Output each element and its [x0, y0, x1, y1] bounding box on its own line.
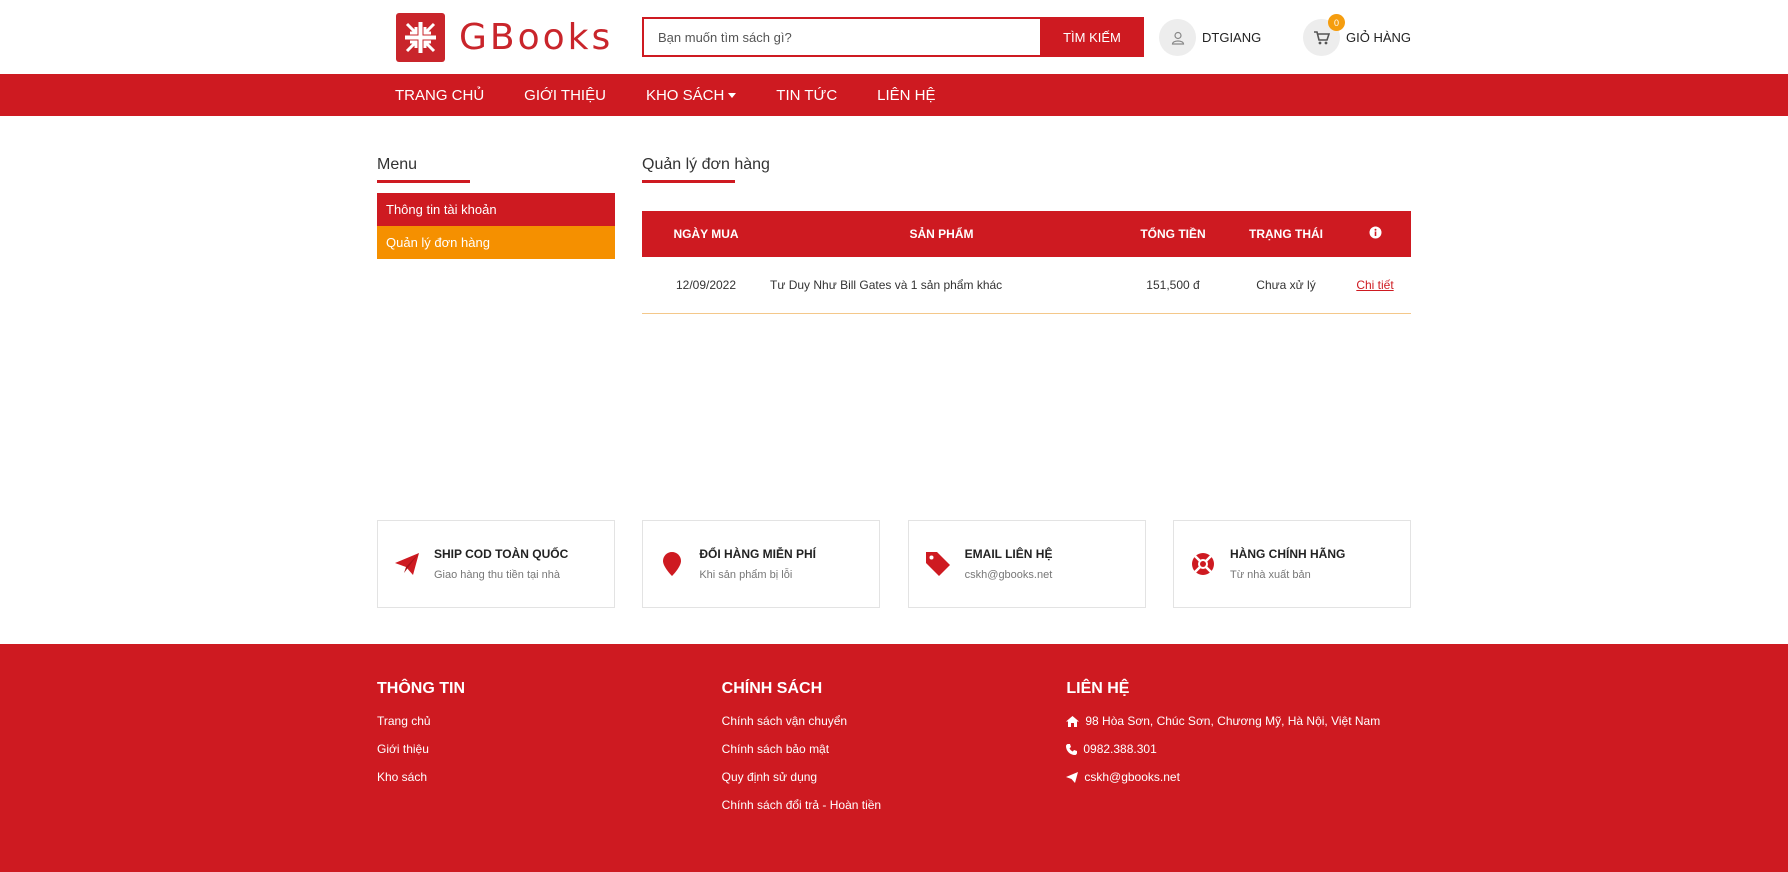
- feature-title: HÀNG CHÍNH HÃNG: [1229, 547, 1346, 561]
- feature-email: EMAIL LIÊN HỆ cskh@gbooks.net: [907, 520, 1146, 608]
- footer-contact-title: LIÊN HỆ: [1066, 680, 1130, 697]
- home-icon: [1066, 715, 1080, 727]
- order-detail-link[interactable]: Chi tiết: [1356, 278, 1393, 292]
- footer-contact-column: LIÊN HỆ 98 Hòa Sơn, Chúc Sơn, Chương Mỹ,…: [1066, 680, 1411, 826]
- feature-subtitle: Giao hàng thu tiền tại nhà: [434, 569, 560, 581]
- map-pin-icon: [659, 551, 685, 577]
- feature-subtitle: cskh@gbooks.net: [964, 569, 1053, 581]
- info-icon: [1339, 226, 1411, 242]
- col-status: TRẠNG THÁI: [1249, 227, 1323, 241]
- search-bar: TÌM KIẾM: [642, 17, 1144, 57]
- footer-link-privacy-policy[interactable]: Chính sách bảo mật: [722, 742, 1067, 756]
- feature-subtitle: Khi sản phẩm bị lỗi: [699, 569, 793, 581]
- nav-bookstore-label: KHO SÁCH: [645, 86, 725, 104]
- footer-email[interactable]: cskh@gbooks.net: [1066, 770, 1411, 784]
- feature-title: EMAIL LIÊN HỆ: [964, 547, 1053, 561]
- feature-title: SHIP COD TOÀN QUỐC: [434, 547, 569, 561]
- order-status: Chưa xử lý: [1256, 278, 1316, 292]
- footer-policy-title: CHÍNH SÁCH: [721, 680, 823, 697]
- main-nav: TRANG CHỦ GIỚI THIỆU KHO SÁCH TIN TỨC LI…: [0, 74, 1788, 116]
- col-total: TỔNG TIỀN: [1140, 227, 1206, 241]
- caret-down-icon: [728, 92, 737, 98]
- nav-news[interactable]: TIN TỨC: [776, 87, 837, 104]
- footer-link-bookstore[interactable]: Kho sách: [377, 770, 722, 784]
- footer-phone[interactable]: 0982.388.301: [1066, 742, 1411, 756]
- order-date: 12/09/2022: [675, 278, 737, 292]
- feature-subtitle: Từ nhà xuất bản: [1229, 569, 1311, 581]
- cart-icon: 0: [1303, 14, 1345, 56]
- user-icon: [1159, 19, 1196, 56]
- header: GBooks TÌM KIẾM DTGIANG 0 GIỎ HÀNG: [0, 0, 1788, 74]
- footer-info-column: THÔNG TIN Trang chủ Giới thiệu Kho sách: [377, 680, 722, 826]
- feature-ship-cod: SHIP COD TOÀN QUỐC Giao hàng thu tiền tạ…: [377, 520, 615, 608]
- orders-panel: Quản lý đơn hàng NGÀY MUA SẢN PHẨM TỔNG …: [642, 156, 1411, 314]
- footer-link-about[interactable]: Giới thiệu: [377, 742, 722, 756]
- sidebar-item-order-management[interactable]: Quản lý đơn hàng: [377, 226, 615, 259]
- nav-bookstore[interactable]: KHO SÁCH: [645, 86, 737, 104]
- feature-genuine: HÀNG CHÍNH HÃNG Từ nhà xuất bản: [1172, 520, 1411, 608]
- search-button[interactable]: TÌM KIẾM: [1040, 17, 1144, 57]
- main-content: Menu Thông tin tài khoản Quản lý đơn hàn…: [0, 116, 1788, 520]
- page-title-underline: [642, 180, 735, 183]
- footer-policy-column: CHÍNH SÁCH Chính sách vận chuyển Chính s…: [722, 680, 1067, 826]
- order-total: 151,500 đ: [1146, 278, 1200, 292]
- feature-title: ĐỔI HÀNG MIỄN PHÍ: [699, 547, 816, 561]
- footer-link-refund-policy[interactable]: Chính sách đổi trả - Hoàn tiền: [722, 798, 1067, 812]
- footer-address-text: 98 Hòa Sơn, Chúc Sơn, Chương Mỹ, Hà Nội,…: [1085, 714, 1381, 728]
- footer-address: 98 Hòa Sơn, Chúc Sơn, Chương Mỹ, Hà Nội,…: [1066, 714, 1411, 728]
- footer-link-shipping-policy[interactable]: Chính sách vận chuyển: [722, 714, 1067, 728]
- cart-count-badge: 0: [1328, 14, 1345, 31]
- paper-plane-icon: [1066, 771, 1079, 783]
- user-name: DTGIANG: [1202, 30, 1262, 45]
- footer: THÔNG TIN Trang chủ Giới thiệu Kho sách …: [0, 644, 1788, 872]
- footer-email-text: cskh@gbooks.net: [1084, 770, 1180, 784]
- orders-table-header: NGÀY MUA SẢN PHẨM TỔNG TIỀN TRẠNG THÁI: [642, 211, 1411, 257]
- logo-text: GBooks: [459, 17, 614, 58]
- logo[interactable]: GBooks: [396, 13, 613, 62]
- nav-home[interactable]: TRANG CHỦ: [395, 87, 484, 104]
- col-product: SẢN PHẨM: [909, 227, 974, 241]
- order-product: Tư Duy Như Bill Gates và 1 sản phẩm khác: [770, 278, 1003, 292]
- nav-about[interactable]: GIỚI THIỆU: [524, 87, 606, 104]
- sidebar: Menu Thông tin tài khoản Quản lý đơn hàn…: [377, 156, 615, 259]
- sidebar-title-underline: [377, 180, 470, 183]
- paper-plane-icon: [394, 551, 420, 577]
- logo-icon: [396, 13, 445, 62]
- col-date: NGÀY MUA: [673, 227, 739, 241]
- table-row: 12/09/2022 Tư Duy Như Bill Gates và 1 sả…: [642, 257, 1411, 314]
- phone-icon: [1066, 743, 1078, 755]
- cart[interactable]: 0 GIỎ HÀNG: [1303, 14, 1412, 56]
- search-input[interactable]: [642, 17, 1040, 57]
- sidebar-title: Menu: [377, 156, 418, 173]
- page-title: Quản lý đơn hàng: [642, 156, 770, 173]
- life-ring-icon: [1190, 551, 1216, 577]
- footer-phone-text: 0982.388.301: [1083, 742, 1157, 756]
- features-section: SHIP COD TOÀN QUỐC Giao hàng thu tiền tạ…: [377, 520, 1411, 608]
- user-account[interactable]: DTGIANG: [1159, 19, 1261, 56]
- tag-icon: [925, 551, 951, 577]
- sidebar-item-account-info[interactable]: Thông tin tài khoản: [377, 193, 615, 226]
- footer-link-home[interactable]: Trang chủ: [377, 714, 722, 728]
- footer-link-terms[interactable]: Quy định sử dụng: [722, 770, 1067, 784]
- nav-contact[interactable]: LIÊN HỆ: [877, 87, 935, 104]
- footer-info-title: THÔNG TIN: [377, 680, 465, 697]
- feature-free-exchange: ĐỔI HÀNG MIỄN PHÍ Khi sản phẩm bị lỗi: [642, 520, 881, 608]
- cart-label: GIỎ HÀNG: [1346, 30, 1412, 45]
